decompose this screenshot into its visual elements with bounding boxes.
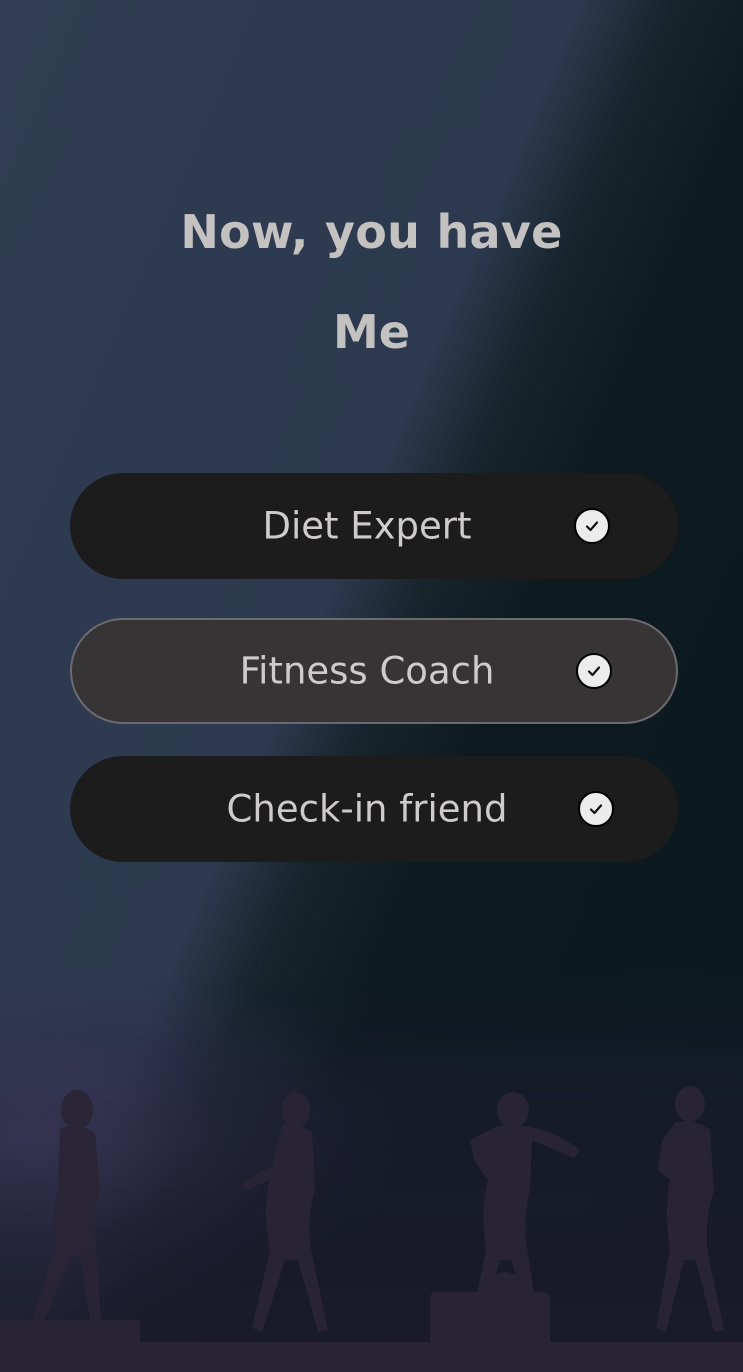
check-circle-icon	[576, 653, 612, 689]
heading-line2: Me	[333, 305, 410, 359]
option-diet-expert-button[interactable]: Diet Expert	[70, 473, 678, 579]
option-fitness-coach-button[interactable]: Fitness Coach	[70, 618, 678, 724]
check-circle-icon	[578, 791, 614, 827]
heading-line1: Now, you have	[180, 205, 563, 259]
performers-silhouette-image	[0, 1086, 743, 1372]
check-circle-icon	[574, 508, 610, 544]
option-check-in-friend-button[interactable]: Check-in friend	[70, 756, 678, 862]
